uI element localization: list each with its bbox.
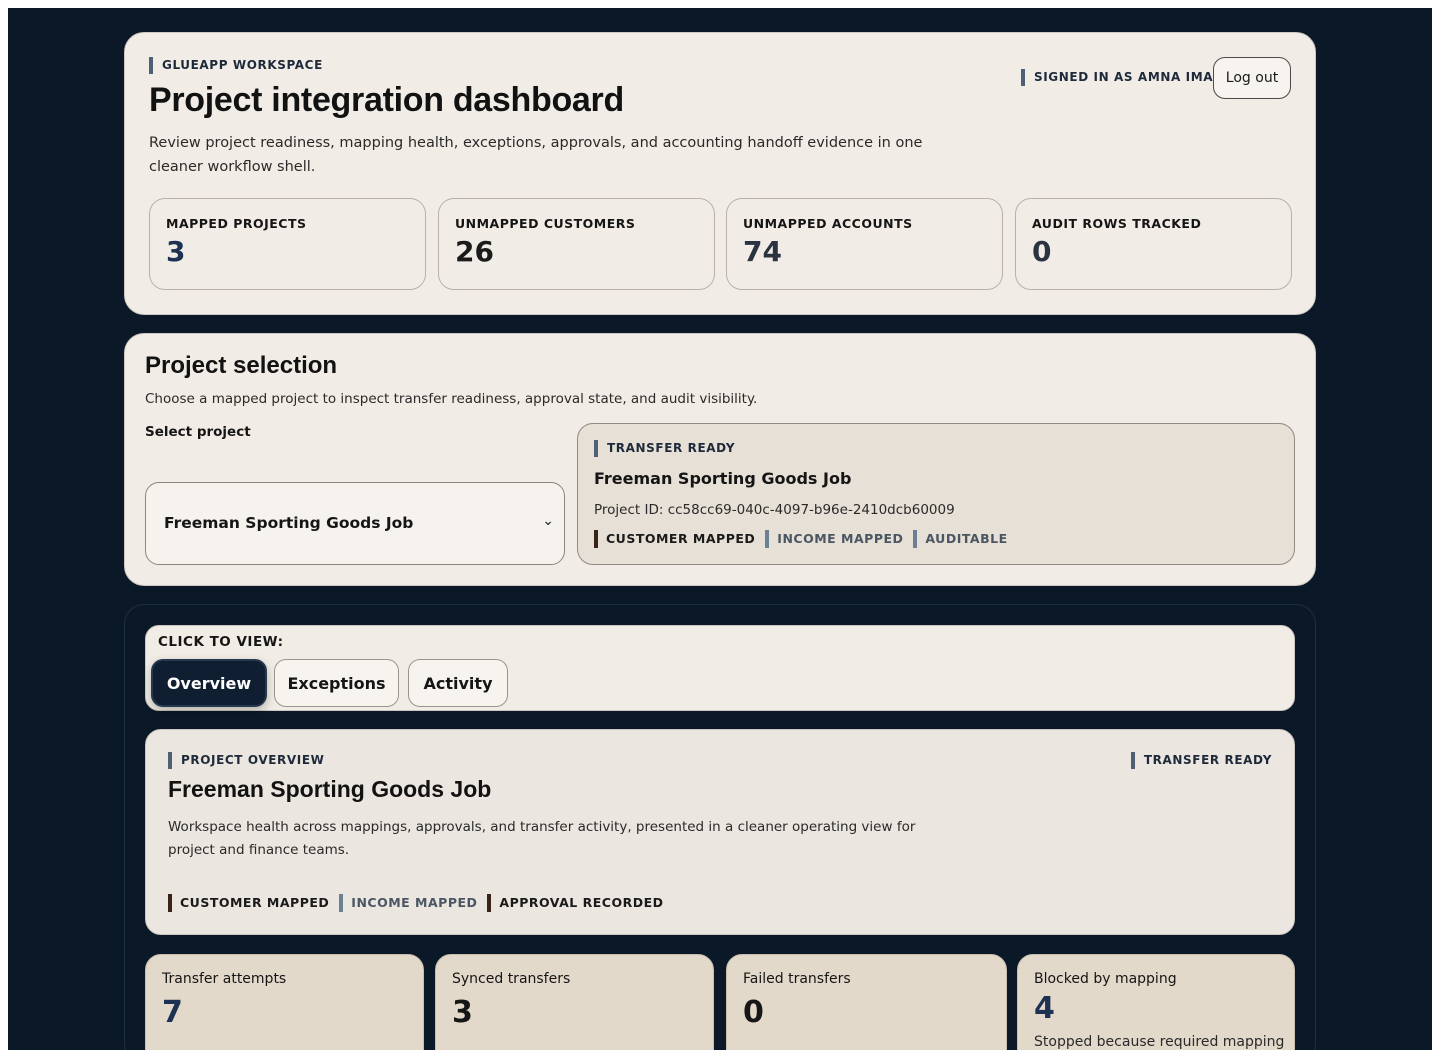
app-frame: GLUEAPP WORKSPACE Project integration da… <box>8 8 1432 1050</box>
selection-title: Project selection <box>145 352 338 379</box>
transfer-status-badge: TRANSFER READY <box>594 440 735 457</box>
overview-title: Freeman Sporting Goods Job <box>168 776 492 802</box>
tag-income-mapped: INCOME MAPPED <box>765 530 903 548</box>
metric-label: Blocked by mapping <box>1034 971 1177 987</box>
stat-value: 3 <box>166 235 186 268</box>
tag-auditable: AUDITABLE <box>913 530 1007 548</box>
metric-note: Stopped because required mapping <box>1034 1034 1285 1050</box>
stat-label: UNMAPPED CUSTOMERS <box>455 216 636 231</box>
tag-customer-mapped: CUSTOMER MAPPED <box>168 894 329 912</box>
tab-bar-label: CLICK TO VIEW: <box>158 634 284 650</box>
stat-value: 26 <box>455 235 494 268</box>
tab-bar: CLICK TO VIEW: Overview Exceptions Activ… <box>145 625 1295 711</box>
workspace-eyebrow: GLUEAPP WORKSPACE <box>149 57 323 74</box>
header-card: GLUEAPP WORKSPACE Project integration da… <box>124 32 1316 315</box>
chevron-down-icon: ⌄ <box>542 513 554 529</box>
page-description: Review project readiness, mapping health… <box>149 135 923 175</box>
project-overview-card: PROJECT OVERVIEW TRANSFER READY Freeman … <box>145 729 1295 935</box>
metric-label: Failed transfers <box>743 971 851 987</box>
page-title: Project integration dashboard <box>149 81 624 119</box>
metric-synced-transfers: Synced transfers 3 <box>435 954 714 1050</box>
tag-customer-mapped: CUSTOMER MAPPED <box>594 530 755 548</box>
metric-label: Transfer attempts <box>162 971 287 987</box>
project-status-panel: TRANSFER READY Freeman Sporting Goods Jo… <box>577 423 1295 565</box>
select-project-label: Select project <box>145 424 251 440</box>
stat-mapped-projects: MAPPED PROJECTS 3 <box>149 198 426 290</box>
overview-tags: CUSTOMER MAPPED INCOME MAPPED APPROVAL R… <box>168 894 674 912</box>
tab-overview[interactable]: Overview <box>151 659 267 707</box>
stat-value: 74 <box>743 235 782 268</box>
project-tags: CUSTOMER MAPPED INCOME MAPPED AUDITABLE <box>594 530 1018 548</box>
metric-transfer-attempts: Transfer attempts 7 <box>145 954 424 1050</box>
tab-exceptions[interactable]: Exceptions <box>274 659 399 707</box>
metric-value: 0 <box>743 995 764 1030</box>
metric-label: Synced transfers <box>452 971 571 987</box>
overview-status-badge: TRANSFER READY <box>1130 752 1272 769</box>
stat-unmapped-customers: UNMAPPED CUSTOMERS 26 <box>438 198 715 290</box>
tag-approval-recorded: APPROVAL RECORDED <box>487 894 663 912</box>
selection-description: Choose a mapped project to inspect trans… <box>145 391 758 407</box>
metric-failed-transfers: Failed transfers 0 <box>726 954 1007 1050</box>
select-value: Freeman Sporting Goods Job <box>164 514 414 532</box>
stat-audit-rows: AUDIT ROWS TRACKED 0 <box>1015 198 1292 290</box>
metric-value: 4 <box>1034 991 1055 1026</box>
metric-blocked-by-mapping: Blocked by mapping 4 Stopped because req… <box>1017 954 1295 1050</box>
project-selection-card: Project selection Choose a mapped projec… <box>124 333 1316 586</box>
signed-in-label: SIGNED IN AS AMNA IMAM <box>1021 69 1226 86</box>
project-select[interactable]: Freeman Sporting Goods Job ⌄ <box>145 482 565 565</box>
stat-label: UNMAPPED ACCOUNTS <box>743 216 913 231</box>
stat-unmapped-accounts: UNMAPPED ACCOUNTS 74 <box>726 198 1003 290</box>
stat-label: MAPPED PROJECTS <box>166 216 307 231</box>
overview-description: Workspace health across mappings, approv… <box>168 819 916 858</box>
project-id: Project ID: cc58cc69-040c-4097-b96e-2410… <box>594 502 955 518</box>
detail-section: CLICK TO VIEW: Overview Exceptions Activ… <box>124 604 1316 1050</box>
logout-button[interactable]: Log out <box>1213 57 1291 99</box>
stat-label: AUDIT ROWS TRACKED <box>1032 216 1202 231</box>
tab-activity[interactable]: Activity <box>408 659 508 707</box>
project-name: Freeman Sporting Goods Job <box>594 469 852 488</box>
stat-value: 0 <box>1032 235 1052 268</box>
overview-eyebrow: PROJECT OVERVIEW <box>168 752 324 769</box>
metric-value: 3 <box>452 995 473 1030</box>
tag-income-mapped: INCOME MAPPED <box>339 894 477 912</box>
metric-value: 7 <box>162 995 183 1030</box>
